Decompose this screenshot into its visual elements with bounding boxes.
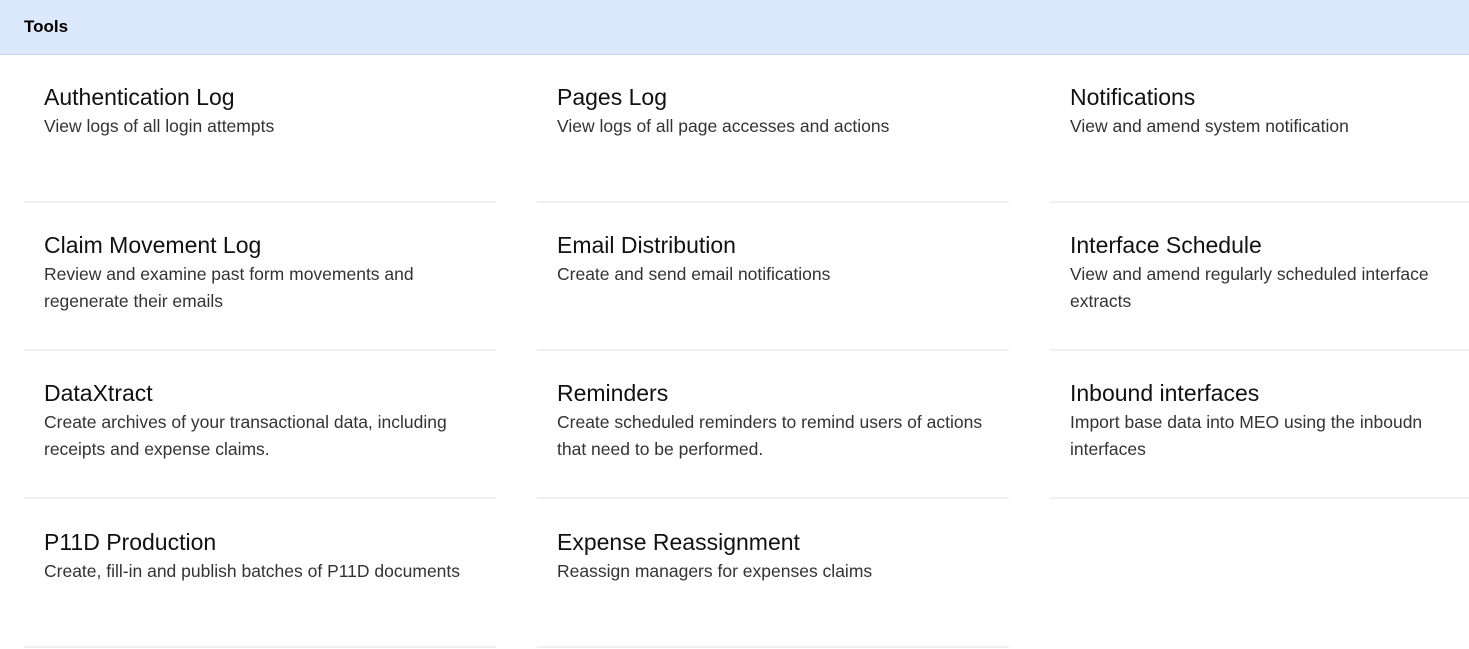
tile-description: Create, fill-in and publish batches of P… bbox=[44, 561, 461, 581]
tile-title: Notifications bbox=[1070, 84, 1196, 110]
tile-email-distribution[interactable]: Email Distribution Create and send email… bbox=[537, 203, 1009, 351]
tile-description: View and amend regularly scheduled inter… bbox=[1070, 264, 1429, 311]
tile-title: Interface Schedule bbox=[1070, 232, 1262, 258]
tile-pages-log[interactable]: Pages Log View logs of all page accesses… bbox=[537, 55, 1009, 203]
tile-description: Create archives of your transactional da… bbox=[44, 412, 447, 459]
tile-title: Inbound interfaces bbox=[1070, 380, 1260, 406]
tile-title: Claim Movement Log bbox=[44, 232, 262, 258]
tile-description: View logs of all page accesses and actio… bbox=[557, 116, 890, 136]
tile-title: Pages Log bbox=[557, 84, 667, 110]
tile-notifications[interactable]: Notifications View and amend system noti… bbox=[1050, 55, 1469, 203]
tile-title: P11D Production bbox=[44, 529, 217, 555]
tile-interface-schedule[interactable]: Interface Schedule View and amend regula… bbox=[1050, 203, 1469, 351]
tile-claim-movement-log[interactable]: Claim Movement Log Review and examine pa… bbox=[24, 203, 496, 351]
tile-reminders[interactable]: Reminders Create scheduled reminders to … bbox=[537, 351, 1009, 499]
tile-title: Authentication Log bbox=[44, 84, 235, 110]
tile-authentication-log[interactable]: Authentication Log View logs of all logi… bbox=[24, 55, 496, 203]
tile-p11d-production[interactable]: P11D Production Create, fill-in and publ… bbox=[24, 500, 496, 648]
tile-title: Expense Reassignment bbox=[557, 529, 800, 555]
tile-inbound-interfaces[interactable]: Inbound interfaces Import base data into… bbox=[1050, 351, 1469, 499]
page-title: Tools bbox=[24, 17, 69, 36]
tile-description: Reassign managers for expenses claims bbox=[557, 561, 873, 581]
tile-title: Reminders bbox=[557, 380, 669, 406]
tile-title: DataXtract bbox=[44, 380, 153, 406]
tile-description: Import base data into MEO using the inbo… bbox=[1070, 412, 1423, 459]
tools-header: Tools bbox=[0, 0, 1469, 55]
tile-description: Review and examine past form movements a… bbox=[44, 264, 414, 311]
tile-description: Create scheduled reminders to remind use… bbox=[557, 412, 983, 459]
tile-title: Email Distribution bbox=[557, 232, 736, 258]
tile-expense-reassignment[interactable]: Expense Reassignment Reassign managers f… bbox=[537, 500, 1009, 648]
tile-description: View and amend system notification bbox=[1070, 116, 1349, 136]
tile-description: Create and send email notifications bbox=[557, 264, 831, 284]
tools-grid: Authentication Log View logs of all logi… bbox=[0, 55, 1469, 649]
tile-dataxtract[interactable]: DataXtract Create archives of your trans… bbox=[24, 351, 496, 499]
tile-description: View logs of all login attempts bbox=[44, 116, 275, 136]
